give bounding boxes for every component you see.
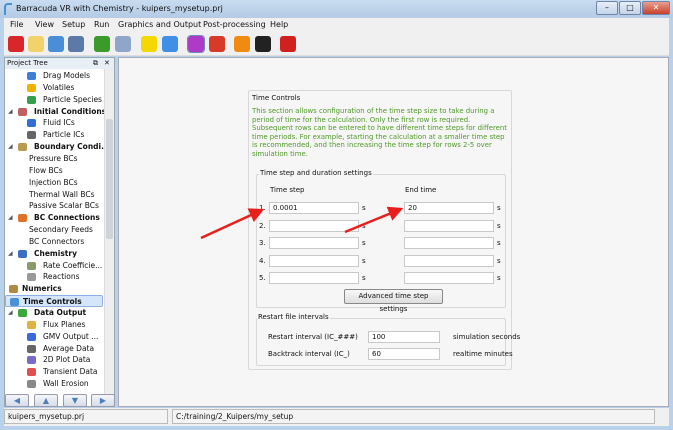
- annotation-arrows: [200, 206, 404, 240]
- status-project-name: kuipers_mysetup.prj: [4, 409, 168, 424]
- status-bar: kuipers_mysetup.prj C:/training/2_Kuiper…: [4, 408, 669, 426]
- status-path: C:/training/2_Kuipers/my_setup: [172, 409, 655, 424]
- red-arrow-time-step: [200, 208, 265, 240]
- red-arrow-end-time: [344, 206, 404, 234]
